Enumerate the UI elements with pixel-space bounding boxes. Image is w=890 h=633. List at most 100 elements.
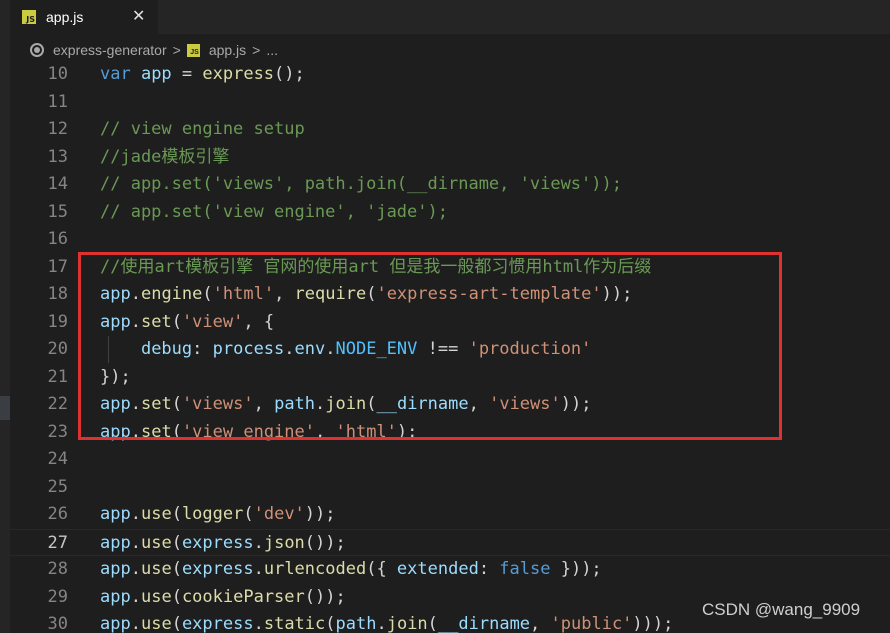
code-text: app.set('view engine', 'html'); (100, 419, 417, 446)
gutter-scroll-mark (0, 396, 10, 420)
code-token: require (294, 284, 367, 304)
code-line[interactable]: 25 (10, 474, 890, 501)
code-line[interactable]: 26 app.use(logger('dev')); (10, 501, 890, 528)
code-text: //jade模板引擎 (100, 144, 229, 171)
line-number: 15 (47, 201, 68, 222)
watermark: CSDN @wang_9909 (702, 600, 861, 619)
code-token: 'views' (181, 394, 254, 414)
code-line[interactable]: 27 app.use(express.json()); (10, 528, 890, 557)
code-token: , (530, 614, 551, 633)
code-token: __dirname (437, 614, 531, 633)
code-line[interactable]: 10 var app = express(); (10, 66, 890, 88)
code-token: . (130, 311, 141, 332)
code-line[interactable]: 12 // view engine setup (10, 116, 890, 143)
code-token: 'production' (468, 339, 592, 359)
code-token: }); (100, 366, 131, 387)
code-text: // app.set('views', path.join(__dirname,… (100, 171, 622, 198)
code-line[interactable]: 24 (10, 446, 890, 473)
line-number: 30 (47, 614, 68, 633)
code-token: app (100, 394, 131, 414)
code-line[interactable]: 28 app.use(express.urlencoded({ extended:… (10, 556, 890, 583)
line-number: 12 (47, 119, 68, 139)
chevron-right-icon: > (252, 42, 261, 58)
folder-icon (30, 43, 44, 57)
code-token: app (140, 66, 172, 84)
breadcrumb-item-file[interactable]: app.js (209, 42, 246, 58)
code-line[interactable]: 14 // app.set('views', path.join(__dirnam… (10, 171, 890, 198)
code-token: 'dev' (253, 504, 305, 524)
code-token: . (130, 394, 141, 414)
code-line[interactable]: 17 //使用art模板引擎 官网的使用art 但是我一般都习惯用html作为后缀 (10, 254, 890, 281)
code-line[interactable]: 15 // app.set('view engine', 'jade'); (10, 199, 890, 226)
code-token: app (100, 311, 131, 332)
breadcrumb-item-project[interactable]: express-generator (53, 42, 167, 58)
code-token: = (171, 66, 203, 84)
code-token: app (100, 532, 131, 553)
line-number: 13 (47, 146, 68, 167)
code-token: set (140, 394, 172, 414)
code-token: ))); (632, 614, 674, 633)
code-token: NODE_ENV (335, 339, 418, 359)
line-number: 24 (47, 449, 68, 469)
code-line[interactable]: 18 app.engine('html', require('express-ar… (10, 281, 890, 308)
code-token: 'public' (550, 614, 633, 633)
code-text: app.set('views', path.join(__dirname, 'v… (100, 391, 591, 418)
code-editor[interactable]: 10 var app = express(); 11 12// view engine… (10, 66, 890, 633)
code-line[interactable]: 11 (10, 89, 890, 116)
code-token: . (130, 586, 141, 607)
code-token: path (335, 614, 377, 633)
code-token: app (100, 504, 131, 524)
code-line[interactable]: 16 (10, 226, 890, 253)
code-token: logger (181, 504, 244, 524)
breadcrumb-item-symbol[interactable]: ... (266, 42, 278, 58)
breadcrumb: express-generator > JS app.js > ... (10, 34, 890, 66)
code-text: // app.set('view engine', 'jade'); (100, 199, 448, 226)
code-token: . (130, 614, 141, 633)
close-icon[interactable]: ✕ (132, 6, 145, 25)
code-token: app (100, 614, 131, 633)
code-token: cookieParser (181, 586, 305, 607)
code-token: join (386, 614, 428, 633)
code-token: ( (202, 284, 213, 304)
code-line[interactable]: 21}); (10, 364, 890, 391)
code-token: ( (171, 586, 182, 607)
code-text: // view engine setup (100, 116, 305, 143)
code-text: app.use(logger('dev')); (100, 501, 336, 528)
code-token: )); (601, 284, 633, 304)
code-token: ( (171, 311, 182, 332)
code-token: use (140, 586, 172, 607)
code-token: ( (171, 394, 182, 414)
code-line[interactable]: 19 app.set('view', { (10, 309, 890, 336)
code-token: express (202, 66, 275, 84)
code-token: 'express-art-template' (376, 284, 602, 304)
js-file-icon: JS (22, 10, 36, 24)
code-line[interactable]: 20 debug: process.env.NODE_ENV !== 'prod… (10, 336, 890, 363)
code-token: static (263, 614, 326, 633)
code-line[interactable]: 23 app.set('view engine', 'html'); (10, 419, 890, 446)
code-token: ( (171, 421, 182, 442)
code-token: !== (417, 339, 469, 359)
code-token: env (294, 339, 326, 359)
code-token: })); (550, 559, 602, 579)
tab-label: app.js (46, 9, 84, 25)
code-token: var (100, 66, 141, 84)
code-token: //使用art模板引擎 官网的使用art 但是我一般都习惯用html作为后缀 (100, 256, 652, 277)
line-number: 10 (47, 66, 68, 84)
code-line[interactable]: 22 app.set('views', path.join(__dirname, … (10, 391, 890, 418)
code-token: : (478, 559, 500, 579)
code-token: use (140, 504, 172, 524)
code-token: . (253, 614, 264, 633)
code-token: set (140, 421, 172, 442)
line-number: 22 (47, 394, 68, 414)
code-token: ( (325, 614, 336, 633)
code-line[interactable]: 13 //jade模板引擎 (10, 144, 890, 171)
tab-app-js[interactable]: JS app.js ✕ (10, 0, 158, 34)
code-token: // app.set('view engine', 'jade'); (100, 201, 448, 222)
code-token: engine (140, 284, 203, 304)
code-token: urlencoded (263, 559, 367, 579)
code-token: : (192, 339, 213, 359)
code-token: )); (304, 504, 336, 524)
code-text: }); (100, 364, 131, 391)
code-text: app.use(express.json()); (100, 530, 346, 557)
